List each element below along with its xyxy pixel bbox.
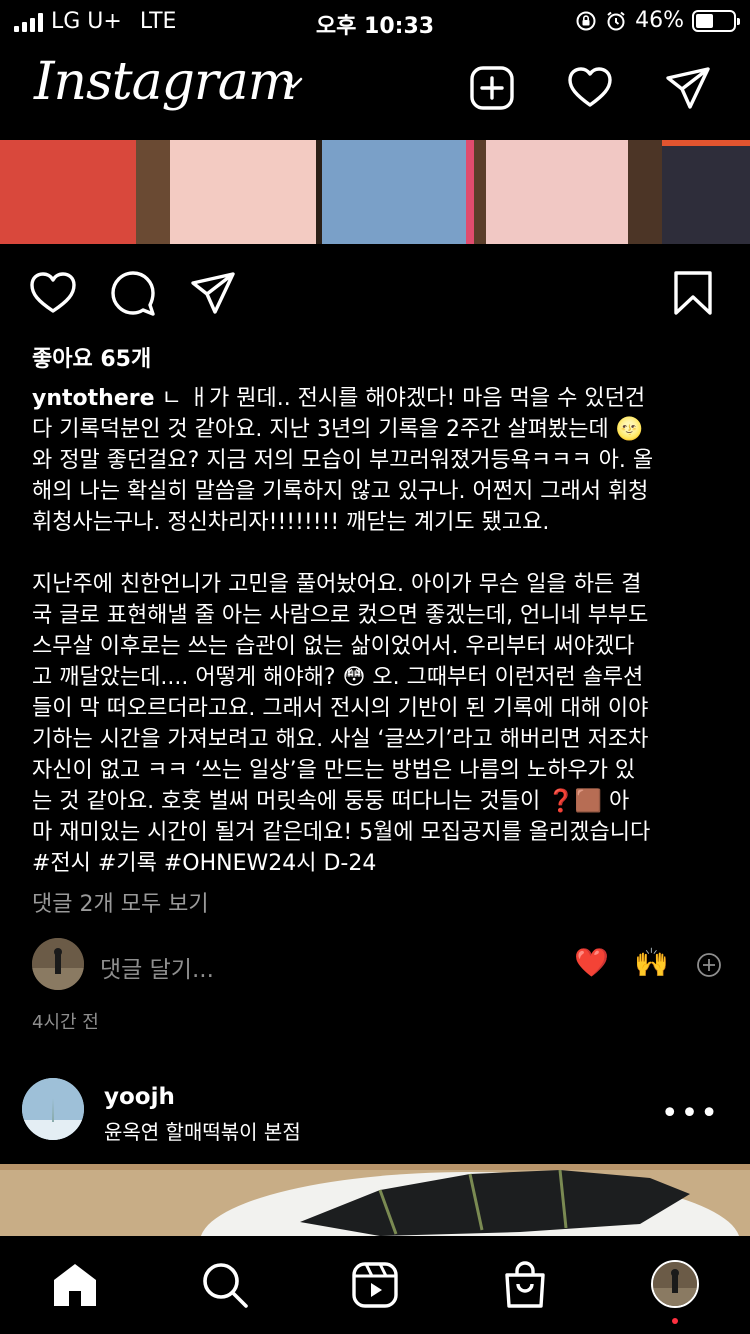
add-emoji-plus-icon[interactable]	[696, 952, 722, 978]
comment-icon[interactable]	[108, 268, 158, 318]
post-location[interactable]: 윤옥연 할매떡볶이 본점	[104, 1116, 301, 1145]
photo-block	[628, 140, 662, 244]
photo-block	[136, 140, 170, 244]
photo-block	[466, 140, 474, 244]
shop-icon[interactable]	[500, 1260, 550, 1310]
battery-percent: 46%	[635, 8, 684, 33]
quick-emoji-heart[interactable]: ❤️	[574, 946, 609, 979]
caption-username[interactable]: yntothere	[32, 386, 155, 411]
alarm-icon	[607, 11, 625, 30]
avatar-image	[653, 1262, 697, 1306]
post-username[interactable]: yoojh	[104, 1084, 175, 1110]
orientation-lock-icon	[576, 11, 596, 30]
new-post-icon[interactable]	[468, 64, 516, 112]
add-comment-row: 댓글 달기... ❤️ 🙌	[0, 938, 750, 994]
avatar-image	[22, 1078, 84, 1140]
avatar-image	[32, 938, 84, 990]
profile-avatar[interactable]	[651, 1260, 699, 1308]
photo-block	[662, 140, 750, 146]
caption-paragraph: yntothere ㄴ ㅐ가 뭔데.. 전시를 해야겠다! 마음 먹을 수 있던…	[32, 383, 722, 538]
bottom-tab-bar	[0, 1236, 750, 1334]
photo-block	[662, 140, 750, 244]
post-image[interactable]	[0, 1164, 750, 1236]
photo-block	[0, 140, 136, 244]
instagram-logo[interactable]: Instagram	[34, 52, 297, 112]
bookmark-icon[interactable]	[668, 268, 718, 318]
caption-text-2: 지난주에 친한언니가 고민을 풀어놨어요. 아이가 무슨 일을 하든 결 국 글…	[32, 572, 651, 845]
share-icon[interactable]	[188, 268, 238, 318]
battery-icon	[692, 9, 740, 32]
photo-block	[474, 140, 486, 244]
photo-block	[170, 140, 316, 244]
photo-content	[0, 1164, 750, 1236]
search-icon[interactable]	[200, 1260, 250, 1310]
avatar	[32, 938, 84, 990]
photo-block	[322, 140, 466, 244]
caption-paragraph: 지난주에 친한언니가 고민을 풀어놨어요. 아이가 무슨 일을 하든 결 국 글…	[32, 569, 722, 848]
battery-fill	[696, 13, 713, 28]
avatar[interactable]	[22, 1078, 84, 1140]
chevron-down-icon[interactable]	[282, 76, 304, 90]
view-all-comments-link[interactable]: 댓글 2개 모두 보기	[32, 886, 209, 918]
next-post-header: yoojh 윤옥연 할매떡볶이 본점 •••	[0, 1078, 750, 1148]
post-caption: yntothere ㄴ ㅐ가 뭔데.. 전시를 해야겠다! 마음 먹을 수 있던…	[32, 383, 722, 879]
photo-block	[486, 140, 628, 244]
status-bar: LG U+ LTE 오후 10:33 46%	[0, 0, 750, 40]
like-heart-icon[interactable]	[28, 268, 78, 318]
app-header: Instagram	[0, 40, 750, 138]
notification-dot	[672, 1318, 678, 1324]
home-icon[interactable]	[50, 1260, 100, 1310]
quick-emoji-raised-hands[interactable]: 🙌	[634, 946, 669, 979]
direct-message-icon[interactable]	[664, 64, 712, 112]
more-options-icon[interactable]: •••	[661, 1096, 720, 1131]
likes-count[interactable]: 좋아요 65개	[32, 341, 151, 373]
activity-heart-icon[interactable]	[566, 64, 614, 112]
hashtags[interactable]: #전시 #기록 #OHNEW24시 D-24	[32, 848, 722, 879]
add-comment-input[interactable]: 댓글 달기...	[100, 950, 214, 984]
post-timestamp: 4시간 전	[32, 1012, 99, 1033]
post-image[interactable]	[0, 140, 750, 244]
status-right: 46%	[575, 8, 740, 33]
reels-icon[interactable]	[350, 1260, 400, 1310]
